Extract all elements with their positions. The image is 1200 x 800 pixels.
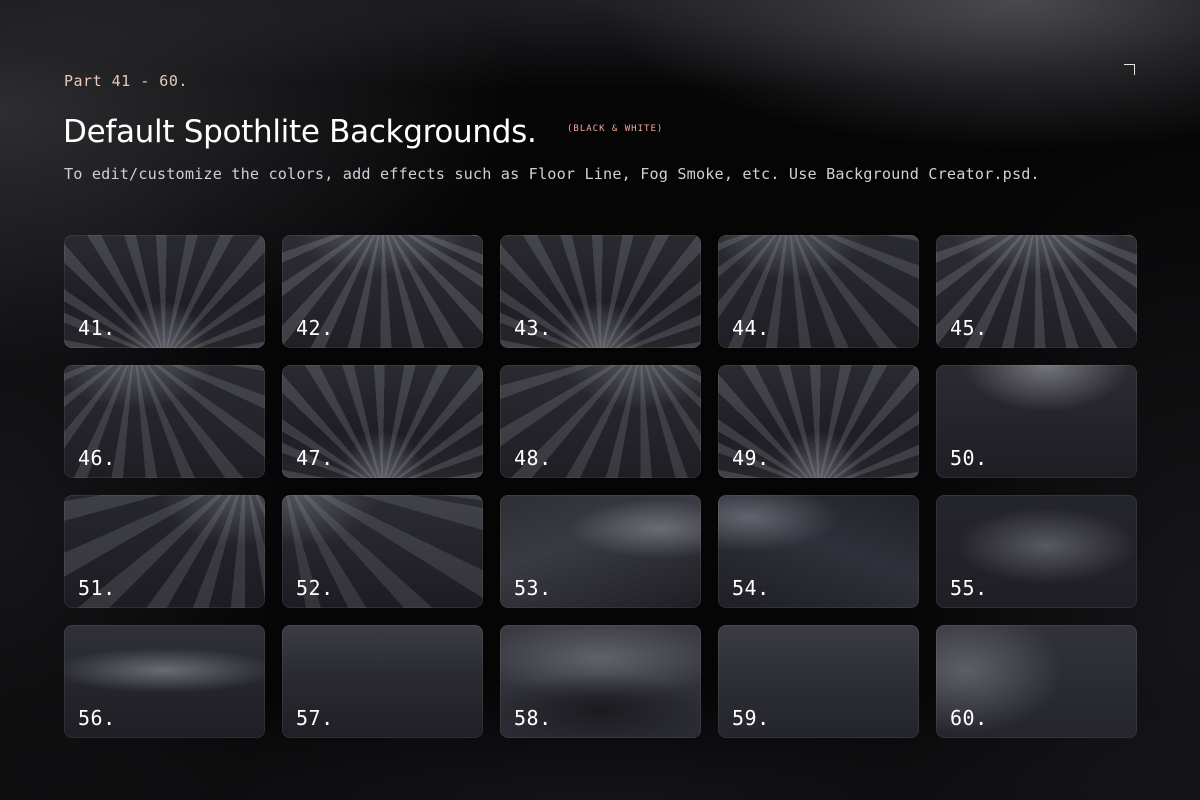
tile-number: 46.: [78, 446, 116, 470]
background-tile[interactable]: 57.: [282, 625, 483, 738]
background-tile[interactable]: 52.: [282, 495, 483, 608]
tile-number: 41.: [78, 316, 116, 340]
title-tag: (BLACK & WHITE): [567, 124, 664, 134]
tile-number: 48.: [514, 446, 552, 470]
background-tile[interactable]: 43.: [500, 235, 701, 348]
tile-number: 50.: [950, 446, 988, 470]
background-tile[interactable]: 58.: [500, 625, 701, 738]
background-tile[interactable]: 49.: [718, 365, 919, 478]
tile-number: 45.: [950, 316, 988, 340]
part-label: Part 41 - 60.: [64, 72, 188, 90]
tile-number: 58.: [514, 706, 552, 730]
background-tile[interactable]: 50.: [936, 365, 1137, 478]
tile-number: 49.: [732, 446, 770, 470]
tile-number: 47.: [296, 446, 334, 470]
page-subtitle: To edit/customize the colors, add effect…: [64, 165, 1040, 183]
background-tile[interactable]: 48.: [500, 365, 701, 478]
background-tile[interactable]: 56.: [64, 625, 265, 738]
background-tile[interactable]: 41.: [64, 235, 265, 348]
tile-number: 53.: [514, 576, 552, 600]
corner-bracket-icon: [1124, 64, 1135, 75]
background-tile[interactable]: 46.: [64, 365, 265, 478]
tile-number: 59.: [732, 706, 770, 730]
background-tile[interactable]: 47.: [282, 365, 483, 478]
background-tile[interactable]: 44.: [718, 235, 919, 348]
tile-number: 60.: [950, 706, 988, 730]
background-tile[interactable]: 54.: [718, 495, 919, 608]
tile-number: 51.: [78, 576, 116, 600]
background-tile[interactable]: 60.: [936, 625, 1137, 738]
tile-number: 57.: [296, 706, 334, 730]
background-tile[interactable]: 59.: [718, 625, 919, 738]
tile-number: 54.: [732, 576, 770, 600]
background-tile[interactable]: 55.: [936, 495, 1137, 608]
tile-number: 52.: [296, 576, 334, 600]
page-title: Default Spothlite Backgrounds.: [63, 114, 537, 150]
background-tile[interactable]: 45.: [936, 235, 1137, 348]
tile-number: 44.: [732, 316, 770, 340]
tile-number: 42.: [296, 316, 334, 340]
background-tile[interactable]: 53.: [500, 495, 701, 608]
background-tile[interactable]: 42.: [282, 235, 483, 348]
tile-number: 56.: [78, 706, 116, 730]
background-tile[interactable]: 51.: [64, 495, 265, 608]
tile-number: 43.: [514, 316, 552, 340]
tile-number: 55.: [950, 576, 988, 600]
background-grid: 41. 42. 43. 44. 45. 46. 47. 48. 49. 50. 51. 52. 53. 5…: [64, 235, 1137, 738]
